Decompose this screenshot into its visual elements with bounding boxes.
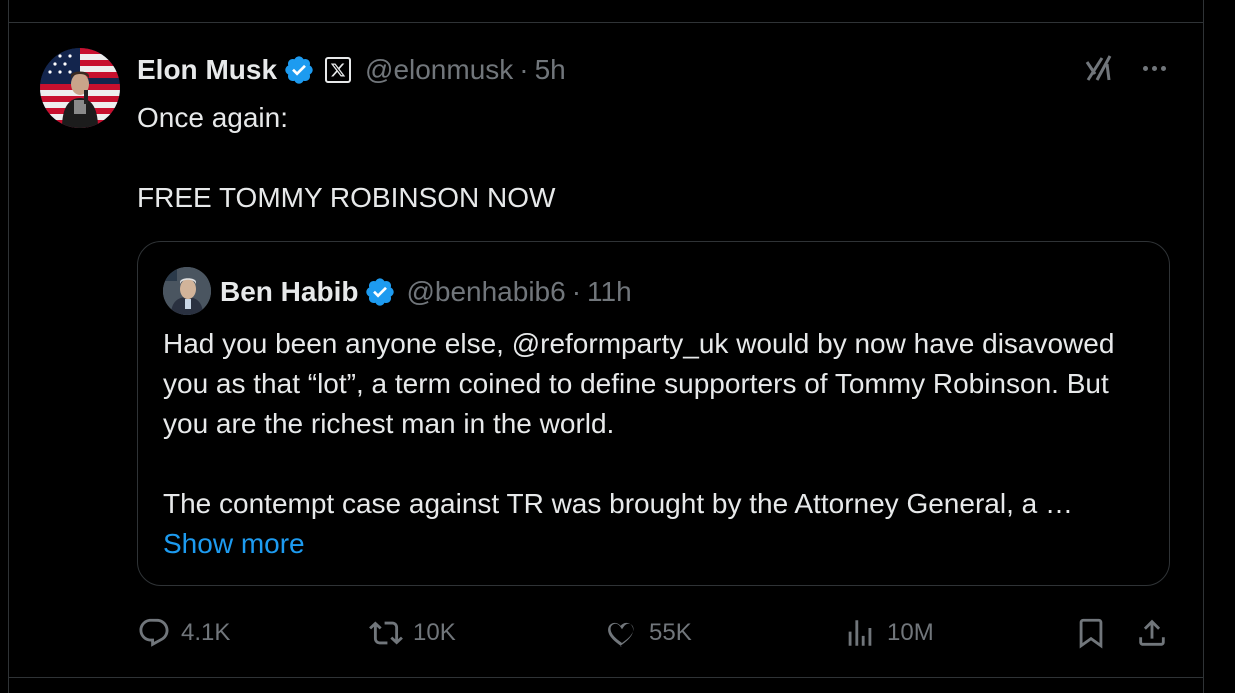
post-header: Elon Musk @elonmusk · 5h <box>137 50 566 90</box>
post-divider-top <box>8 22 1204 23</box>
post-divider-bottom <box>8 677 1204 678</box>
like-button[interactable]: 55K <box>605 610 692 656</box>
verified-badge-icon[interactable] <box>283 54 315 86</box>
repost-icon <box>369 621 403 645</box>
more-dot <box>1142 65 1148 71</box>
right-gutter <box>1204 0 1235 693</box>
repost-count: 10K <box>413 619 456 646</box>
author-avatar-image <box>40 48 120 128</box>
verified-badge-icon[interactable] <box>364 276 396 308</box>
more-dot <box>1151 65 1157 71</box>
bookmark-icon <box>1079 618 1103 649</box>
share-icon <box>1139 619 1165 646</box>
x-logo-icon <box>330 63 346 77</box>
affiliate-x-badge-icon[interactable] <box>325 57 352 83</box>
quoted-author-avatar-image <box>163 267 211 315</box>
author-handle[interactable]: @elonmusk <box>365 54 513 86</box>
views-count: 10M <box>887 619 934 646</box>
views-button[interactable]: 10M <box>843 610 934 656</box>
bookmark-button[interactable] <box>1074 610 1108 656</box>
reply-button[interactable]: 4.1K <box>137 610 230 656</box>
quoted-header-separator: · <box>571 276 582 307</box>
views-icon <box>848 620 872 646</box>
post-timestamp[interactable]: 5h <box>535 54 566 86</box>
quoted-post[interactable]: Ben Habib @benhabib6 · 11h Had you been … <box>137 241 1170 586</box>
header-separator: · <box>519 54 529 85</box>
column-border-left <box>8 0 9 693</box>
show-more-link[interactable]: Show more <box>163 524 305 564</box>
quoted-author-handle[interactable]: @benhabib6 <box>406 276 565 308</box>
like-icon <box>608 622 634 647</box>
quoted-post-header: Ben Habib @benhabib6 · 11h <box>220 272 632 312</box>
more-dot <box>1160 65 1166 71</box>
more-icon[interactable] <box>1138 56 1170 80</box>
quoted-post-text: Had you been anyone else, @reformparty_u… <box>163 328 1115 519</box>
quoted-author-avatar[interactable] <box>163 267 211 315</box>
repost-button[interactable]: 10K <box>369 610 456 656</box>
author-name[interactable]: Elon Musk <box>137 54 277 86</box>
post-text: Once again: FREE TOMMY ROBINSON NOW <box>137 102 556 213</box>
post-actions: 4.1K 10K 55K 10M <box>137 610 1177 656</box>
like-count: 55K <box>649 619 692 646</box>
share-button[interactable] <box>1135 610 1169 656</box>
reply-count: 4.1K <box>181 619 231 646</box>
quoted-author-name[interactable]: Ben Habib <box>220 276 358 308</box>
quoted-post-timestamp[interactable]: 11h <box>587 276 632 308</box>
author-avatar[interactable] <box>40 48 120 128</box>
reply-icon <box>139 618 169 647</box>
timeline-frame: Elon Musk @elonmusk · 5h Once again: FRE… <box>0 0 1235 693</box>
grok-icon[interactable] <box>1083 52 1115 84</box>
